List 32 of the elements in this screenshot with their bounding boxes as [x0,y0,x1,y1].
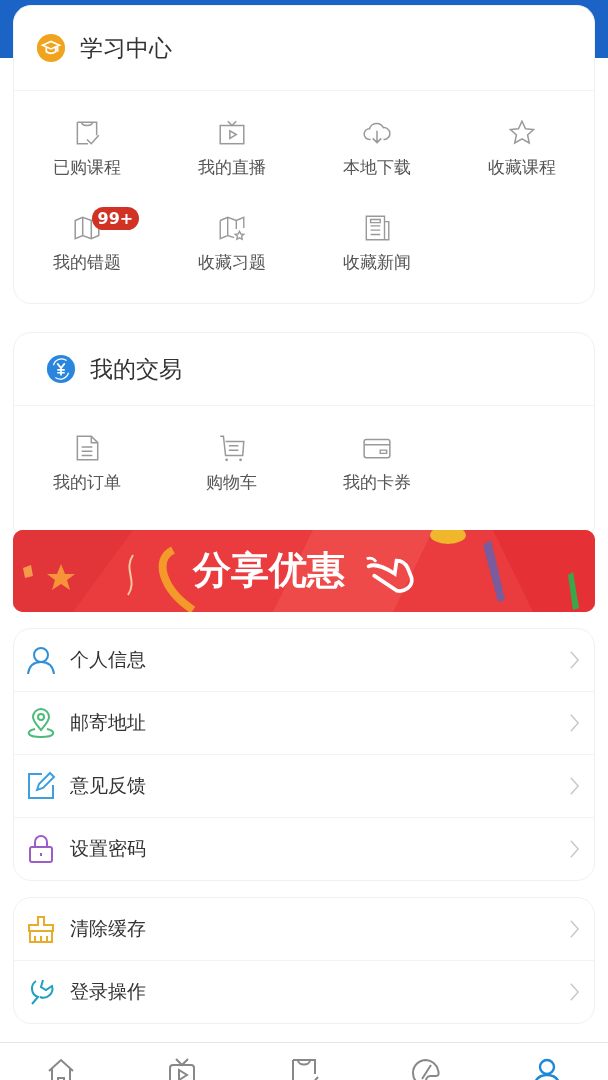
section-title: 学习中心 [80,33,172,63]
shortcut-item[interactable]: 收藏新闻 [304,196,449,291]
menu-row[interactable]: 设置密码 [14,818,594,880]
shortcut-item[interactable]: 我的卡券 [304,416,449,511]
section-title: 我的交易 [90,354,182,384]
graduation-cap-icon [36,33,66,63]
shortcut-item[interactable]: 已购课程 [14,101,159,196]
menu-row[interactable]: 个人信息 [14,629,594,692]
chevron-right-icon [569,649,580,671]
tv-play-icon[interactable] [167,1057,198,1080]
banner-title: 分享优惠 [191,548,346,594]
menu-row[interactable]: 邮寄地址 [14,692,594,755]
palette-icon[interactable] [410,1057,441,1080]
menu-row[interactable]: 清除缓存 [14,898,594,961]
promo-banner[interactable]: 分享优惠 [13,530,595,612]
shortcut-item[interactable]: 购物车 [159,416,304,511]
shortcut-item[interactable]: 收藏课程 [449,101,594,196]
yuan-coin-icon [46,354,76,384]
shortcut-item[interactable]: 我的直播 [159,101,304,196]
chevron-right-icon [569,775,580,797]
shortcut-item[interactable]: 99+ 我的错题 [14,196,159,291]
chevron-right-icon [569,918,580,940]
shortcut-item[interactable]: 本地下载 [304,101,449,196]
bag-check-icon[interactable] [289,1057,319,1080]
shortcut-item[interactable]: 我的订单 [14,416,159,511]
chevron-right-icon [569,981,580,1003]
count-badge: 99+ [91,207,140,230]
chevron-right-icon [569,838,580,860]
chevron-right-icon [569,712,580,734]
menu-row[interactable]: 意见反馈 [14,755,594,818]
shortcut-item[interactable]: 收藏习题 [159,196,304,291]
menu-row[interactable]: 登录操作 [14,961,594,1023]
